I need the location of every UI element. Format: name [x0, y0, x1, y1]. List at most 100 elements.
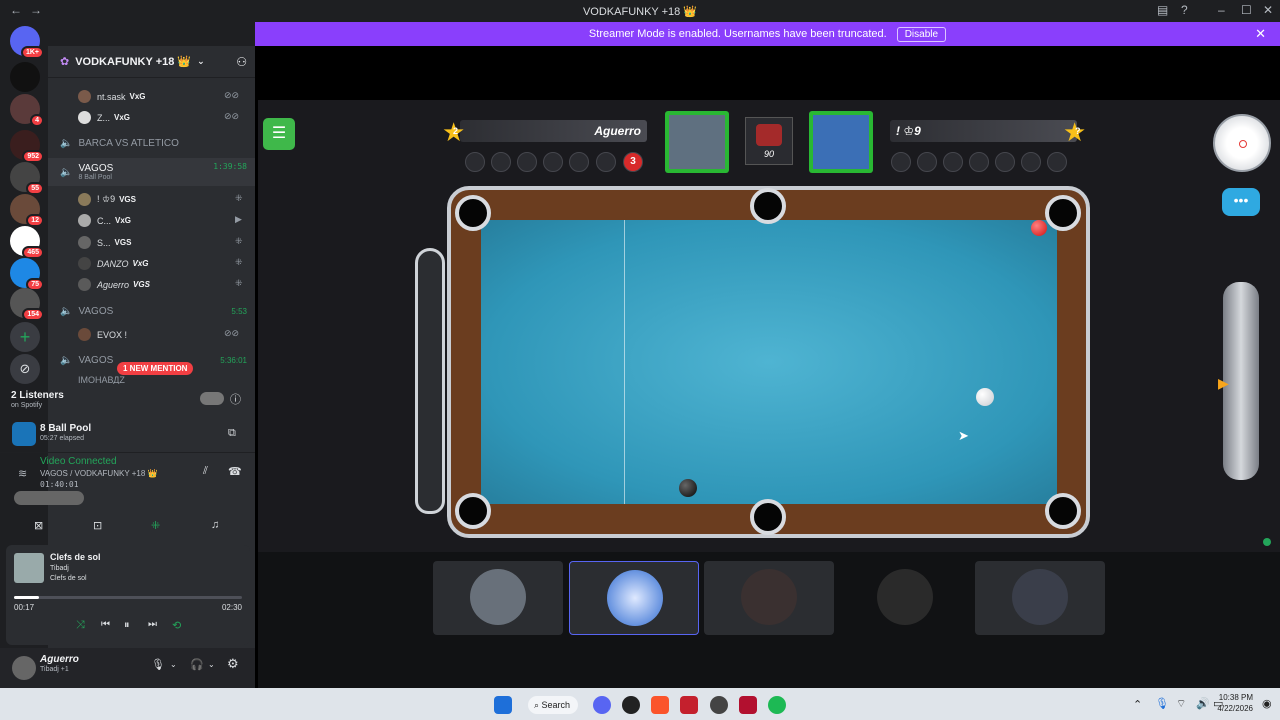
clock-date[interactable]: 4/22/2026	[1209, 704, 1253, 713]
previous-icon[interactable]: ⏮	[101, 619, 110, 630]
brave-taskbar-icon[interactable]	[651, 696, 669, 714]
shuffle-icon[interactable]: ⤨	[76, 619, 85, 632]
voice-user[interactable]: DANZO VxG	[78, 257, 149, 270]
next-icon[interactable]: ⏭	[148, 619, 157, 630]
ball-slot	[1021, 152, 1041, 172]
app-taskbar-icon[interactable]	[710, 696, 728, 714]
voice-user[interactable]: Z... VxG	[78, 111, 130, 124]
track-progress-bar[interactable]	[14, 596, 242, 599]
participant-tile[interactable]	[569, 561, 699, 635]
new-mention-badge[interactable]: 1 NEW MENTION	[117, 362, 194, 375]
add-server-icon[interactable]: +	[10, 322, 40, 352]
headphones-icon[interactable]: 🎧	[190, 658, 204, 671]
pocket	[750, 499, 786, 535]
voice-user[interactable]: ІМОНАВДZ	[78, 376, 125, 384]
voice-participants	[14, 491, 84, 505]
voice-user[interactable]: Aguerro VGS	[78, 278, 150, 291]
start-icon[interactable]	[494, 696, 512, 714]
wifi-icon[interactable]: ⌔	[1176, 697, 1186, 711]
pause-icon[interactable]: ⏸	[124, 619, 130, 632]
participant-tile[interactable]	[840, 561, 970, 635]
server-icon[interactable]: 12	[10, 194, 44, 227]
close-banner-icon[interactable]: ✕	[1255, 26, 1266, 42]
volume-icon[interactable]: 🔊	[1196, 697, 1210, 710]
left-ball-count: 3	[623, 152, 643, 172]
voice-channel-vagos[interactable]: 🔈 VAGOS 5:53	[48, 306, 255, 317]
username[interactable]: Aguerro	[40, 654, 79, 665]
close-window-icon[interactable]: ✕	[1263, 3, 1273, 17]
pocketed-balls-rack	[415, 248, 445, 514]
voice-channel-vagos[interactable]: 🔈 VAGOS 8 Ball Pool 1:39:58	[48, 158, 255, 186]
voice-channel-path[interactable]: VAGOS / VODKAFUNKY +18 👑	[40, 469, 157, 478]
microphone-tray-icon[interactable]: 🎙	[1155, 697, 1169, 710]
voice-user[interactable]: nt.sask VxG	[78, 90, 146, 103]
server-icon[interactable]: 4	[10, 94, 44, 127]
disconnect-icon[interactable]: ☎	[228, 465, 242, 478]
voice-channel-barca[interactable]: 🔈 BARCA VS ATLETICO	[48, 138, 255, 149]
microphone-icon[interactable]: 🎙	[151, 658, 165, 671]
screen-share-icon[interactable]: ⊡	[93, 519, 102, 532]
server-icon[interactable]: 952	[10, 130, 44, 163]
server-icon[interactable]: 154	[10, 288, 44, 321]
channel-name: VAGOS	[78, 355, 114, 366]
ball-slot	[1047, 152, 1067, 172]
chevron-down-icon[interactable]: ⌄	[208, 660, 215, 669]
voice-user[interactable]: C... VxG	[78, 214, 131, 227]
add-friend-icon[interactable]: ⚇	[236, 55, 247, 69]
participant-tile[interactable]	[704, 561, 834, 635]
discord-taskbar-icon[interactable]	[593, 696, 611, 714]
activities-icon[interactable]: ⁜	[151, 519, 160, 532]
gear-icon[interactable]: ⚙	[227, 656, 239, 672]
github-taskbar-icon[interactable]	[622, 696, 640, 714]
participant-tile[interactable]	[975, 561, 1105, 635]
server-icon[interactable]: 465	[10, 226, 44, 259]
minimize-icon[interactable]: –	[1218, 3, 1225, 17]
server-badge: 12	[26, 214, 44, 227]
notification-icon[interactable]: ◉	[1262, 697, 1272, 710]
spotify-taskbar-icon[interactable]	[768, 696, 786, 714]
voice-timer: 01:40:01	[40, 480, 79, 489]
activity-panel[interactable]: 8 Ball Pool 05:27 elapsed ⧉	[0, 418, 255, 450]
left-player-name: Aguerro	[594, 124, 641, 138]
track-duration: 02:30	[221, 603, 242, 612]
voice-user[interactable]: S... VGS	[78, 236, 131, 249]
chat-bubble-icon[interactable]: •••	[1222, 188, 1260, 216]
signal-icon[interactable]: ≋	[18, 467, 27, 480]
soundboard-icon[interactable]: ♫	[211, 519, 219, 531]
guild-header[interactable]: ✿ VODKAFUNKY +18 👑 ⌄ ⚇	[48, 46, 255, 78]
pocket	[1045, 493, 1081, 529]
right-player-avatar	[809, 111, 873, 173]
voice-user[interactable]: EVOX !	[78, 328, 127, 341]
acrobat-taskbar-icon[interactable]	[680, 696, 698, 714]
repeat-icon[interactable]: ⟲	[172, 619, 181, 632]
noise-suppression-icon[interactable]: ⫽	[203, 465, 208, 478]
app-taskbar-icon[interactable]	[739, 696, 757, 714]
channel-timer: 5:36:01	[220, 356, 247, 365]
info-icon[interactable]: ⓘ	[230, 391, 241, 407]
help-icon[interactable]: ?	[1181, 3, 1188, 17]
8-ball-pool-icon	[12, 422, 36, 446]
popout-icon[interactable]: ⧉	[228, 427, 236, 440]
server-icon[interactable]: 55	[10, 162, 44, 195]
head-string-line	[624, 220, 625, 504]
spin-control[interactable]	[1213, 114, 1271, 172]
chevron-up-icon[interactable]: ⌃	[1133, 698, 1142, 711]
server-icon[interactable]: 75	[10, 258, 44, 291]
chevron-down-icon[interactable]: ⌄	[170, 660, 177, 669]
server-icon[interactable]	[10, 62, 40, 92]
clock-time[interactable]: 10:38 PM	[1213, 693, 1253, 702]
cue-ball[interactable]	[976, 388, 994, 406]
maximize-icon[interactable]: ☐	[1241, 3, 1252, 17]
taskbar-search[interactable]: ⌕ Search	[528, 696, 578, 714]
right-player-bar: ! ♔9	[890, 120, 1077, 142]
voice-user[interactable]: ! ♔9 VGS	[78, 193, 136, 206]
discover-icon[interactable]: ⊘	[10, 354, 40, 384]
avatar[interactable]	[12, 656, 36, 680]
menu-icon[interactable]: ☰	[263, 118, 295, 150]
pool-table-cloth[interactable]	[481, 220, 1057, 504]
inbox-icon[interactable]: ▤	[1157, 3, 1168, 17]
disable-button[interactable]: Disable	[896, 26, 947, 42]
camera-off-icon[interactable]: ⊠	[34, 519, 43, 532]
discord-home-icon[interactable]: 1K+	[10, 26, 44, 59]
participant-tile[interactable]	[433, 561, 563, 635]
